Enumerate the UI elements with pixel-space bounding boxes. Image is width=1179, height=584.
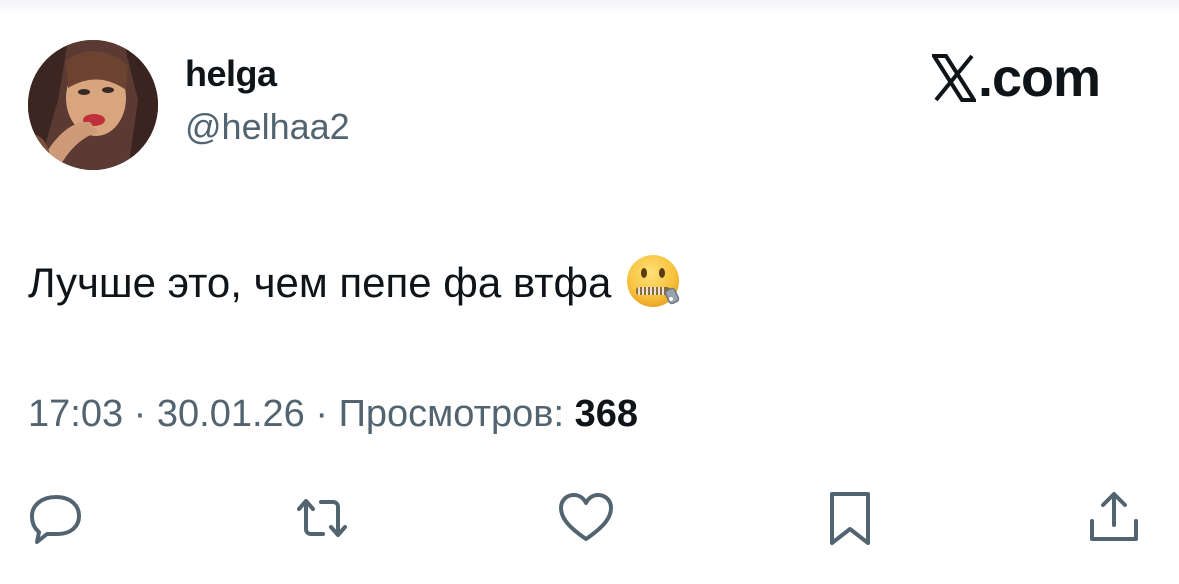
reply-icon (30, 495, 81, 544)
like-icon (559, 493, 613, 541)
retweet-button[interactable] (292, 488, 352, 548)
views-count: 368 (574, 393, 638, 435)
bookmark-icon (830, 492, 870, 545)
user-handle[interactable]: @helhaa2 (185, 106, 350, 148)
avatar-image (28, 40, 158, 170)
bookmark-button[interactable] (820, 488, 880, 548)
zipper-mouth-face-icon (625, 253, 685, 313)
top-strip (0, 0, 1179, 16)
like-button[interactable] (556, 488, 616, 548)
reply-button[interactable] (26, 488, 86, 548)
tweet-time[interactable]: 17:03 (28, 393, 123, 435)
brand-logo: .com (932, 48, 1101, 108)
tweet-body: Лучше это, чем пепе фа втфа (28, 253, 685, 313)
display-name[interactable]: helga (185, 53, 277, 95)
views-label: Просмотров: (338, 393, 575, 435)
action-bar (0, 488, 1179, 548)
meta-separator: · (304, 393, 339, 435)
share-button[interactable] (1084, 488, 1144, 548)
share-icon (1090, 492, 1138, 541)
tweet-meta: 17:03 · 30.01.26 · Просмотров: 368 (28, 393, 638, 436)
retweet-icon (297, 499, 347, 537)
meta-separator: · (123, 393, 157, 435)
tweet-text: Лучше это, чем пепе фа втфа (28, 259, 612, 306)
tweet-date[interactable]: 30.01.26 (157, 393, 305, 435)
brand-suffix: .com (978, 48, 1101, 108)
avatar[interactable] (28, 40, 158, 170)
tweet-card: helga @helhaa2 .com Лучше это, чем пепе … (0, 0, 1179, 584)
x-logo-icon (932, 54, 976, 102)
